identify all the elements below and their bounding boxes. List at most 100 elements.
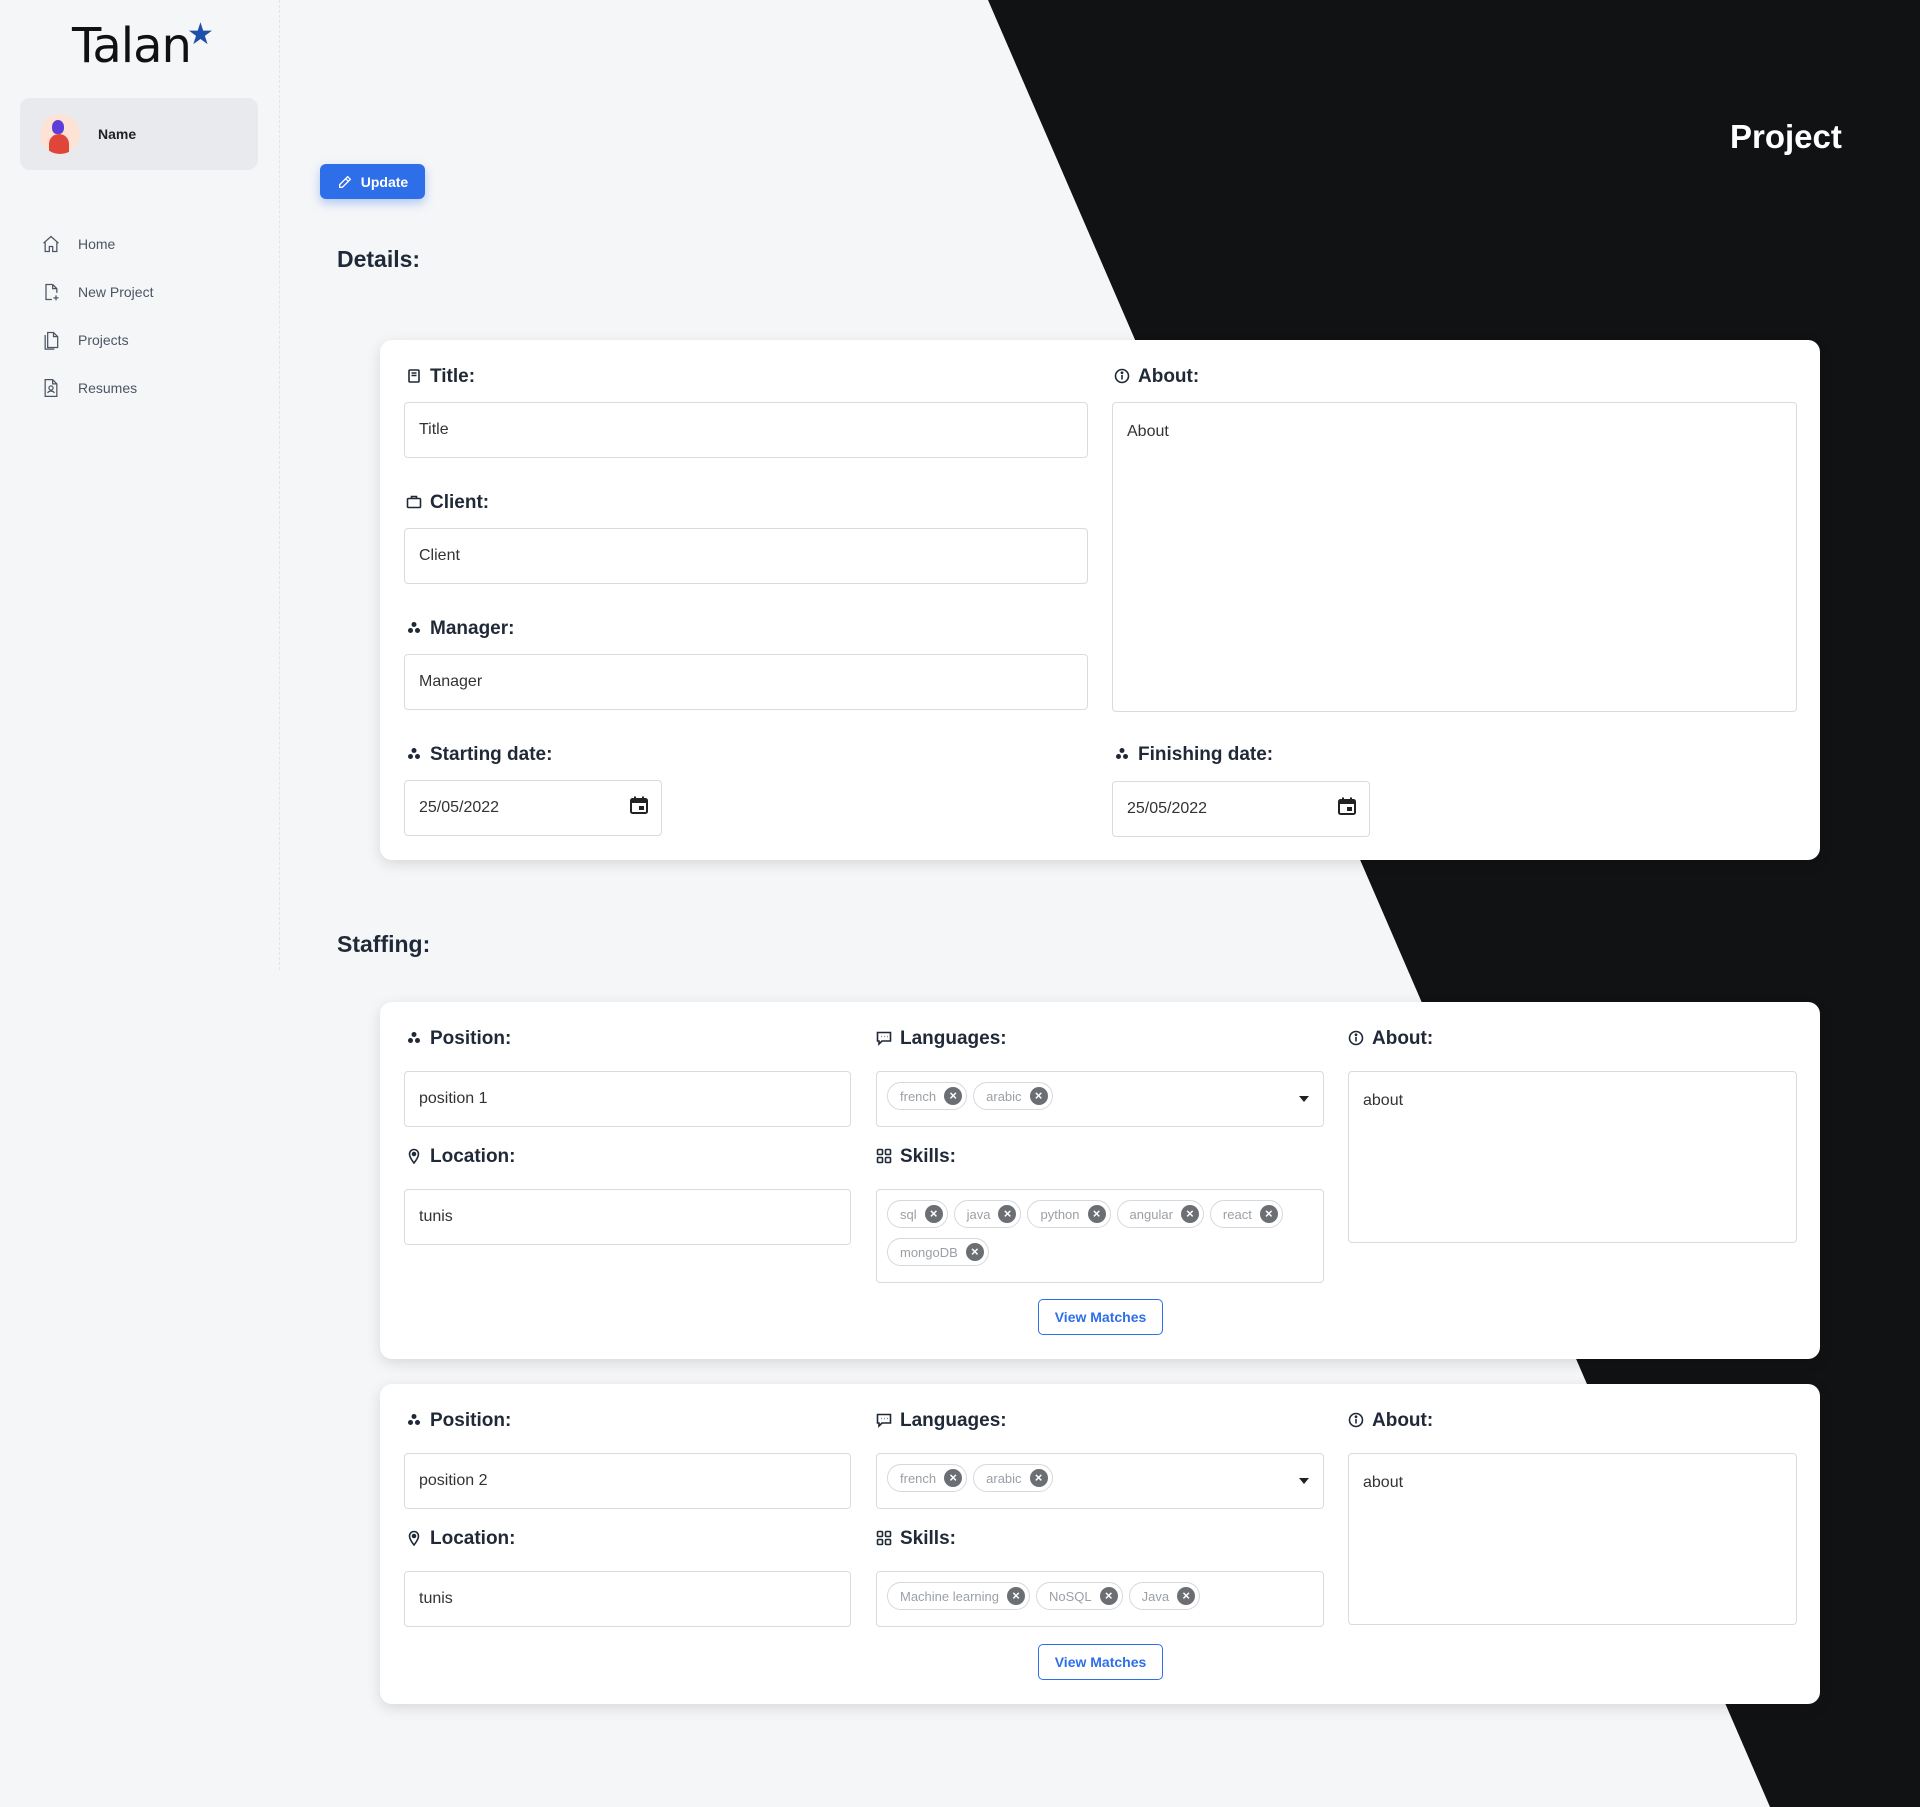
remove-chip-icon[interactable]: ×	[1180, 1205, 1199, 1223]
logo[interactable]: Talan ★	[72, 18, 214, 78]
finishing-date-input[interactable]: 25/05/2022	[1112, 781, 1370, 837]
remove-chip-icon[interactable]: ×	[1087, 1205, 1106, 1223]
skills-grid-icon	[876, 1148, 894, 1166]
sidebar-item-label: Projects	[78, 332, 129, 348]
remove-chip-icon[interactable]: ×	[1177, 1587, 1196, 1605]
client-input[interactable]: Client	[404, 528, 1088, 584]
remove-chip-icon[interactable]: ×	[944, 1469, 963, 1487]
sidebar-nav: Home New Project Projects Resumes	[40, 220, 153, 412]
skills-label: Skills:	[876, 1528, 956, 1550]
skill-chip[interactable]: python ×	[1027, 1200, 1111, 1228]
dropdown-arrow-icon[interactable]	[1299, 1096, 1309, 1102]
staffing-card: Position: position 1 Location: tunis Lan…	[380, 1002, 1820, 1359]
skill-chip[interactable]: NoSQL ×	[1036, 1582, 1123, 1610]
skill-chip[interactable]: sql ×	[887, 1200, 948, 1228]
languages-label: Languages:	[876, 1028, 1007, 1050]
skill-chip[interactable]: Java ×	[1128, 1582, 1201, 1610]
document-icon	[406, 368, 424, 386]
update-button[interactable]: Update	[320, 164, 425, 199]
skills-grid-icon	[876, 1530, 894, 1548]
position-input[interactable]: position 2	[404, 1453, 851, 1509]
location-pin-icon	[406, 1148, 424, 1166]
logo-text: Talan	[72, 18, 192, 74]
remove-chip-icon[interactable]: ×	[924, 1205, 943, 1223]
skills-select[interactable]: sql × java × python × angular × react × mongo…	[876, 1189, 1324, 1283]
info-icon	[1348, 1412, 1366, 1430]
client-label: Client:	[406, 492, 489, 514]
finishing-date-label: Finishing date:	[1114, 744, 1273, 766]
about-label: About:	[1114, 366, 1199, 388]
skills-label: Skills:	[876, 1146, 956, 1168]
pencil-icon	[338, 175, 352, 188]
update-button-label: Update	[360, 173, 409, 190]
about-textarea[interactable]: About	[1112, 402, 1797, 712]
sidebar: Talan ★ Name Home New Project Projects R…	[0, 0, 280, 970]
about-label: About:	[1348, 1028, 1433, 1050]
language-chip[interactable]: arabic ×	[973, 1464, 1053, 1492]
finishing-date-value: 25/05/2022	[1127, 800, 1208, 817]
language-chip[interactable]: french ×	[887, 1464, 968, 1492]
position-label: Position:	[406, 1410, 511, 1432]
position-input[interactable]: position 1	[404, 1071, 851, 1127]
about-textarea[interactable]: about	[1348, 1453, 1797, 1625]
starting-date-value: 25/05/2022	[419, 799, 500, 816]
language-chip[interactable]: french ×	[887, 1082, 968, 1110]
sidebar-item-projects[interactable]: Projects	[40, 316, 153, 364]
calendar-icon[interactable]	[1337, 796, 1357, 816]
remove-chip-icon[interactable]: ×	[1029, 1469, 1048, 1487]
skills-select[interactable]: Machine learning × NoSQL × Java ×	[876, 1571, 1324, 1627]
sidebar-item-new-project[interactable]: New Project	[40, 268, 153, 316]
people-icon	[406, 620, 424, 638]
profile-name: Name	[98, 126, 137, 142]
location-input[interactable]: tunis	[404, 1571, 851, 1627]
languages-select[interactable]: french × arabic ×	[876, 1071, 1324, 1127]
star-icon: ★	[186, 18, 214, 51]
position-label: Position:	[406, 1028, 511, 1050]
manager-input[interactable]: Manager	[404, 654, 1088, 710]
remove-chip-icon[interactable]: ×	[965, 1243, 984, 1261]
skill-chip[interactable]: java ×	[953, 1200, 1022, 1228]
sidebar-item-home[interactable]: Home	[40, 220, 153, 268]
briefcase-icon	[406, 494, 424, 512]
manager-label: Manager:	[406, 618, 514, 640]
remove-chip-icon[interactable]: ×	[1029, 1087, 1048, 1105]
location-label: Location:	[406, 1146, 516, 1168]
staffing-card: Position: position 2 Location: tunis Lan…	[380, 1384, 1820, 1704]
remove-chip-icon[interactable]: ×	[1007, 1587, 1026, 1605]
location-label: Location:	[406, 1528, 516, 1550]
files-icon	[40, 329, 62, 351]
title-input[interactable]: Title	[404, 402, 1088, 458]
remove-chip-icon[interactable]: ×	[998, 1205, 1017, 1223]
new-file-icon	[40, 281, 62, 303]
page-title: Project	[1730, 118, 1842, 155]
details-card: Title: Title Client: Client Manager: Man…	[380, 340, 1820, 860]
view-matches-button[interactable]: View Matches	[1038, 1299, 1163, 1335]
starting-date-input[interactable]: 25/05/2022	[404, 780, 662, 836]
profile-card[interactable]: Name	[20, 98, 258, 170]
sidebar-item-label: Resumes	[78, 380, 138, 396]
starting-date-label: Starting date:	[406, 744, 552, 766]
languages-select[interactable]: french × arabic ×	[876, 1453, 1324, 1509]
people-icon	[406, 746, 424, 764]
dropdown-arrow-icon[interactable]	[1299, 1478, 1309, 1484]
sidebar-item-label: New Project	[78, 284, 154, 300]
skill-chip[interactable]: angular ×	[1116, 1200, 1204, 1228]
info-icon	[1114, 368, 1132, 386]
languages-label: Languages:	[876, 1410, 1007, 1432]
view-matches-button[interactable]: View Matches	[1038, 1644, 1163, 1680]
resume-icon	[40, 377, 62, 399]
remove-chip-icon[interactable]: ×	[944, 1087, 963, 1105]
info-icon	[1348, 1030, 1366, 1048]
remove-chip-icon[interactable]: ×	[1259, 1205, 1278, 1223]
calendar-icon[interactable]	[629, 795, 649, 815]
language-chip[interactable]: arabic ×	[973, 1082, 1053, 1110]
about-textarea[interactable]: about	[1348, 1071, 1797, 1243]
sidebar-item-resumes[interactable]: Resumes	[40, 364, 153, 412]
people-icon	[1114, 746, 1132, 764]
skill-chip[interactable]: react ×	[1209, 1200, 1283, 1228]
skill-chip[interactable]: Machine learning ×	[887, 1582, 1031, 1610]
skill-chip[interactable]: mongoDB ×	[887, 1238, 989, 1266]
location-input[interactable]: tunis	[404, 1189, 851, 1245]
remove-chip-icon[interactable]: ×	[1099, 1587, 1118, 1605]
people-icon	[406, 1030, 424, 1048]
